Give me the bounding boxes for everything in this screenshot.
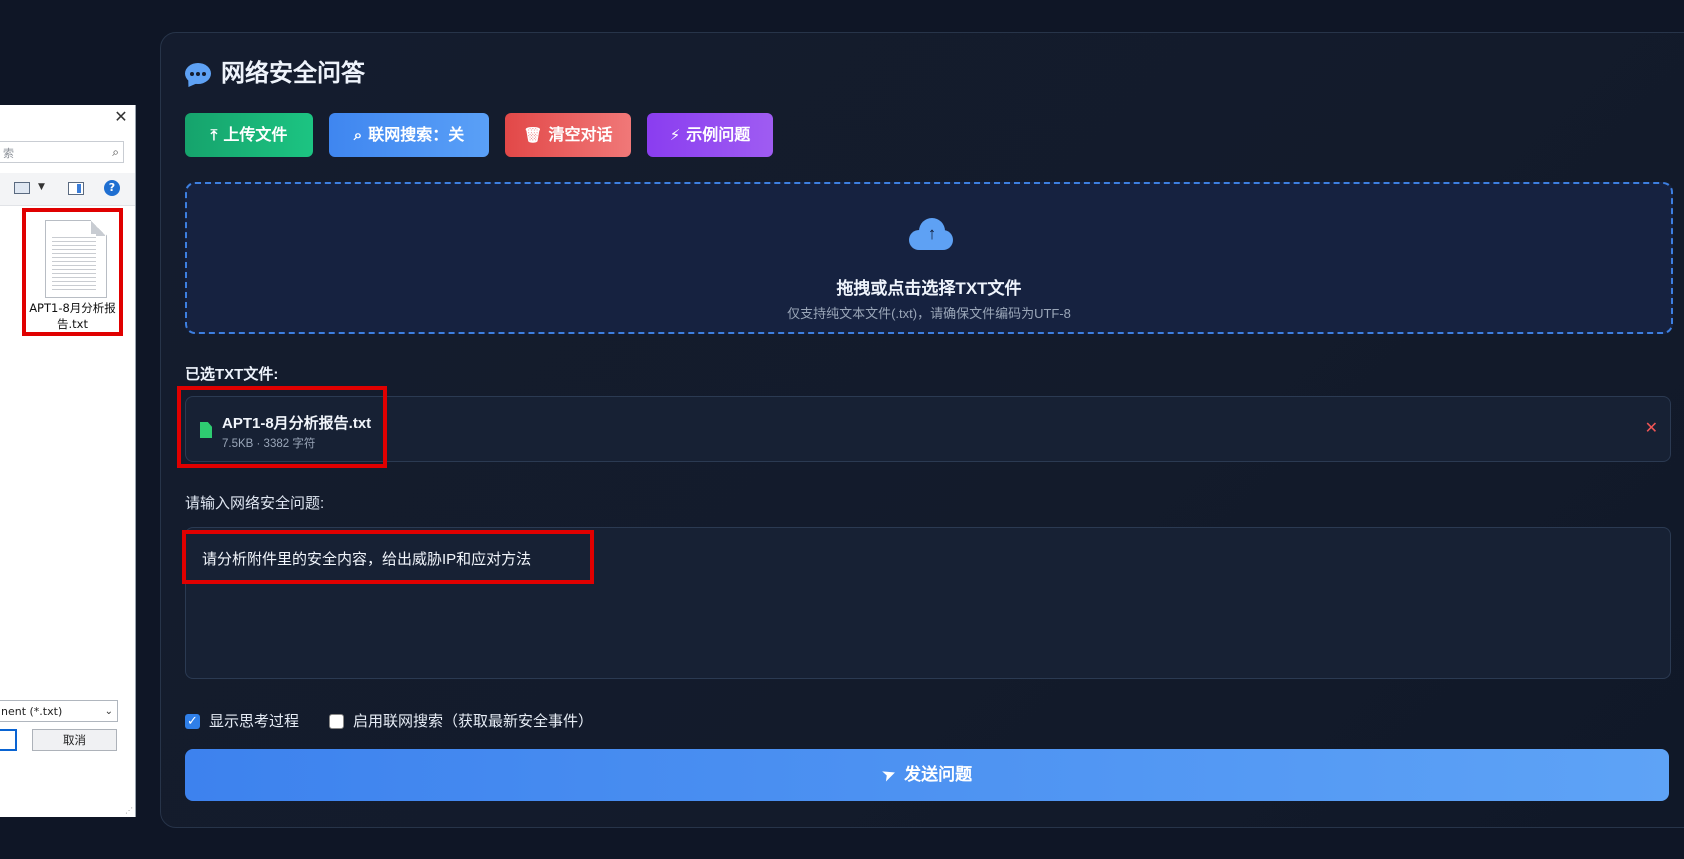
file-type-value: nent (*.txt) (1, 705, 63, 718)
show-thinking-label: 显示思考过程 (209, 713, 300, 730)
help-icon[interactable]: ? (104, 180, 120, 196)
page-title: 网络安全问答 (221, 60, 365, 87)
file-type-select[interactable]: nent (*.txt) ⌄ (0, 700, 118, 722)
view-mode-icon[interactable] (14, 182, 30, 194)
trash-icon: 🗑 (523, 127, 543, 144)
send-question-label: 发送问题 (904, 765, 973, 784)
clear-conversation-button[interactable]: 🗑 清空对话 (505, 113, 631, 157)
checkbox-unchecked-icon[interactable] (329, 714, 344, 729)
example-questions-label: 示例问题 (686, 127, 751, 144)
resize-grip-icon[interactable]: ⋰ (125, 806, 133, 815)
main-panel: 网络安全问答 ⤒ 上传文件 ⌕ 联网搜索：关 🗑 清空对话 ⚡ 示例问题 ↑ 拖拽或点击… (160, 32, 1684, 828)
remove-file-icon[interactable]: ✕ (1645, 418, 1658, 438)
open-button[interactable] (0, 729, 17, 751)
selected-file-meta: 7.5KB · 3382 字符 (222, 438, 316, 450)
dialog-search-input[interactable]: 索 ⌕ (0, 141, 124, 163)
upload-icon: ⤒ (210, 127, 218, 144)
close-icon[interactable]: ✕ (113, 109, 129, 125)
dropzone-subtitle: 仅支持纯文本文件(.txt)，请确保文件编码为UTF-8 (787, 306, 1071, 321)
cloud-upload-icon: ↑ (909, 218, 953, 250)
comment-dots-icon (185, 63, 211, 84)
cancel-button[interactable]: 取消 (32, 729, 117, 751)
file-dropzone[interactable]: ↑ 拖拽或点击选择TXT文件 仅支持纯文本文件(.txt)，请确保文件编码为UT… (185, 182, 1673, 334)
selected-file-item: APT1-8月分析报告.txt 7.5KB · 3382 字符 ✕ (177, 386, 1671, 468)
document-lines (52, 234, 96, 290)
question-text: 请分析附件里的安全内容，给出威胁IP和应对方法 (202, 551, 532, 568)
bolt-icon: ⚡ (669, 127, 681, 144)
question-textarea[interactable]: 请分析附件里的安全内容，给出威胁IP和应对方法 (182, 527, 1671, 679)
web-search-toggle-label: 联网搜索：关 (368, 127, 465, 144)
example-questions-button[interactable]: ⚡ 示例问题 (647, 113, 773, 157)
selected-files-label: 已选TXT文件: (185, 366, 279, 383)
send-question-button[interactable]: ➤ 发送问题 (185, 749, 1669, 801)
chevron-down-icon[interactable]: ▼ (38, 182, 45, 192)
upload-file-button[interactable]: ⤒ 上传文件 (185, 113, 313, 157)
file-open-dialog: ✕ 索 ⌕ ▼ ? APT1-8月分析报告.txt nent (*.txt) ⌄… (0, 105, 136, 817)
search-icon: ⌕ (112, 145, 119, 159)
question-label: 请输入网络安全问题: (185, 495, 325, 512)
upload-file-label: 上传文件 (223, 127, 288, 144)
preview-pane-icon[interactable] (68, 182, 84, 195)
dropzone-title: 拖拽或点击选择TXT文件 (836, 279, 1022, 298)
dialog-file-item[interactable]: APT1-8月分析报告.txt (22, 208, 123, 336)
dialog-file-name: APT1-8月分析报告.txt (29, 301, 116, 331)
search-icon: ⌕ (353, 127, 363, 144)
paper-plane-icon: ➤ (878, 763, 899, 786)
chevron-down-icon: ⌄ (104, 706, 113, 717)
dialog-search-placeholder: 索 (3, 147, 14, 160)
web-search-label: 启用联网搜索（获取最新安全事件） (353, 713, 594, 730)
web-search-toggle-button[interactable]: ⌕ 联网搜索：关 (329, 113, 489, 157)
clear-conversation-label: 清空对话 (548, 127, 613, 144)
checkbox-checked-icon[interactable] (185, 712, 200, 730)
selected-file-name: APT1-8月分析报告.txt (222, 415, 372, 432)
dialog-toolbar: ▼ ? (0, 173, 135, 206)
